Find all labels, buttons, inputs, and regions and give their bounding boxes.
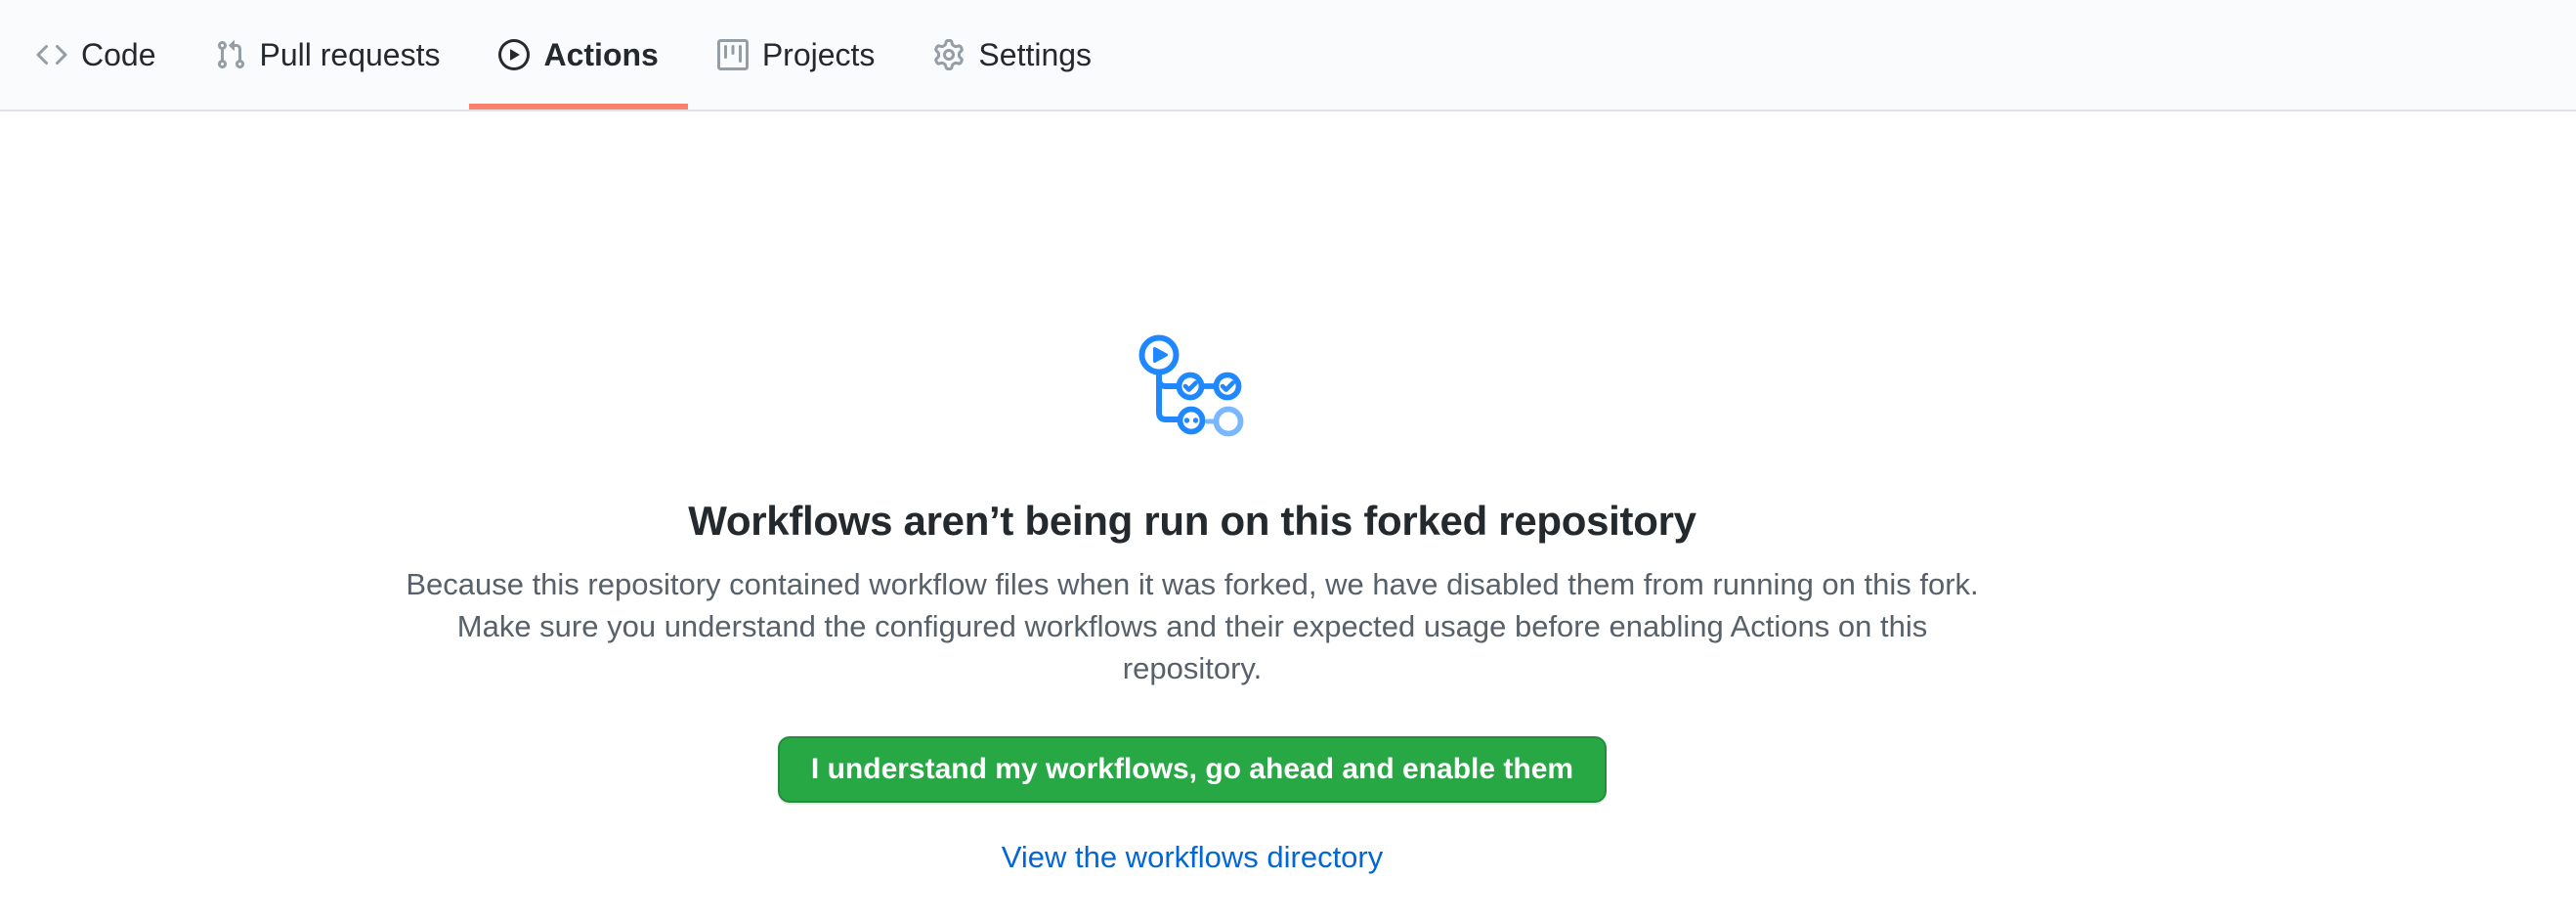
view-workflows-link[interactable]: View the workflows directory — [1002, 840, 1384, 874]
tab-settings[interactable]: Settings — [904, 0, 1121, 110]
enable-workflows-button[interactable]: I understand my workflows, go ahead and … — [778, 736, 1607, 803]
blankslate-description: Because this repository contained workfl… — [396, 564, 1989, 689]
tab-code-label: Code — [81, 39, 156, 70]
code-icon — [36, 39, 67, 70]
tab-pull-requests-label: Pull requests — [260, 39, 441, 70]
actions-disabled-content: Workflows aren’t being run on this forke… — [0, 111, 2576, 875]
blankslate: Workflows aren’t being run on this forke… — [235, 111, 2150, 875]
git-pull-request-icon — [215, 39, 246, 70]
tab-actions-label: Actions — [543, 39, 658, 70]
repo-nav: Code Pull requests Actions Projects Sett… — [0, 0, 2576, 111]
tab-actions[interactable]: Actions — [469, 0, 687, 110]
blankslate-heading: Workflows aren’t being run on this forke… — [235, 498, 2150, 545]
tab-pull-requests[interactable]: Pull requests — [186, 0, 470, 110]
gear-icon — [933, 39, 965, 70]
tab-settings-label: Settings — [978, 39, 1092, 70]
tab-projects[interactable]: Projects — [688, 0, 905, 110]
project-icon — [717, 39, 749, 70]
play-icon — [498, 39, 530, 70]
tab-projects-label: Projects — [762, 39, 876, 70]
tab-code[interactable]: Code — [7, 0, 186, 110]
workflows-link-row: View the workflows directory — [235, 840, 2150, 875]
workflow-graph-icon — [1138, 334, 1247, 443]
